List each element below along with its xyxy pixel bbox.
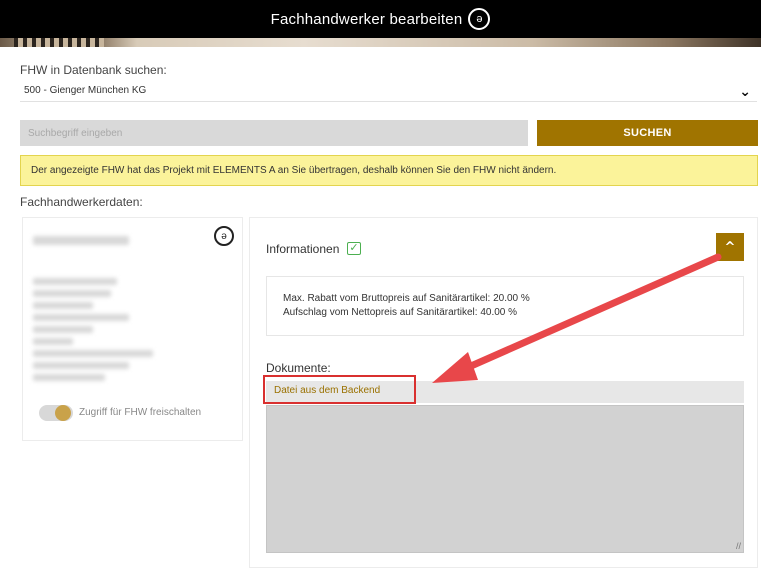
fhw-select-value: 500 - Gienger München KG — [24, 85, 147, 96]
document-link[interactable]: Datei aus dem Backend — [263, 375, 416, 404]
header-image-detail — [14, 38, 104, 47]
header-image-strip — [0, 38, 761, 47]
collapse-button[interactable]: ^ — [716, 233, 744, 261]
resize-handle-icon[interactable]: // — [736, 541, 741, 551]
blurred-address-line — [33, 350, 153, 357]
notice-banner: Der angezeigte FHW hat das Projekt mit E… — [20, 155, 758, 186]
blurred-address-line — [33, 362, 129, 369]
blurred-address-line — [33, 314, 129, 321]
section-title: Fachhandwerkerdaten: — [20, 195, 143, 209]
search-input[interactable] — [20, 120, 528, 146]
fhw-select[interactable]: 500 - Gienger München KG ⌄ — [20, 80, 757, 102]
chevron-up-icon: ^ — [724, 239, 736, 255]
toggle-knob — [55, 405, 71, 421]
documents-area[interactable]: // — [266, 405, 744, 553]
blurred-address-line — [33, 290, 111, 297]
search-button[interactable]: SUCHEN — [537, 120, 758, 146]
info-line-aufschlag: Aufschlag vom Nettopreis auf Sanitärarti… — [283, 307, 518, 318]
window-title: Fachhandwerker bearbeiten — [270, 10, 463, 28]
info-card: Informationen ✓ ^ Max. Rabatt vom Brutto… — [249, 217, 758, 568]
fhw-details-card: ǝ Zugriff für FHW freischalten — [22, 217, 243, 441]
search-label: FHW in Datenbank suchen: — [20, 63, 167, 77]
access-toggle-label: Zugriff für FHW freischalten — [79, 407, 202, 418]
elements-logo-icon: ǝ — [214, 226, 234, 246]
title-bar: Fachhandwerker bearbeiten ǝ — [0, 0, 761, 38]
blurred-name — [33, 236, 129, 245]
notice-text: Der angezeigte FHW hat das Projekt mit E… — [31, 165, 557, 176]
info-title: Informationen — [266, 242, 340, 256]
blurred-address-line — [33, 374, 105, 381]
info-line-rabatt: Max. Rabatt vom Bruttopreis auf Sanitära… — [283, 293, 530, 304]
documents-title: Dokumente: — [266, 361, 331, 375]
blurred-address-line — [33, 278, 117, 285]
elements-logo-icon: ǝ — [468, 8, 491, 30]
blurred-address-line — [33, 338, 73, 345]
chevron-down-icon[interactable]: ⌄ — [739, 83, 751, 100]
info-box: Max. Rabatt vom Bruttopreis auf Sanitära… — [266, 276, 744, 336]
check-icon: ✓ — [347, 242, 361, 255]
access-toggle[interactable] — [39, 405, 73, 421]
blurred-address-line — [33, 326, 93, 333]
blurred-address-line — [33, 302, 93, 309]
